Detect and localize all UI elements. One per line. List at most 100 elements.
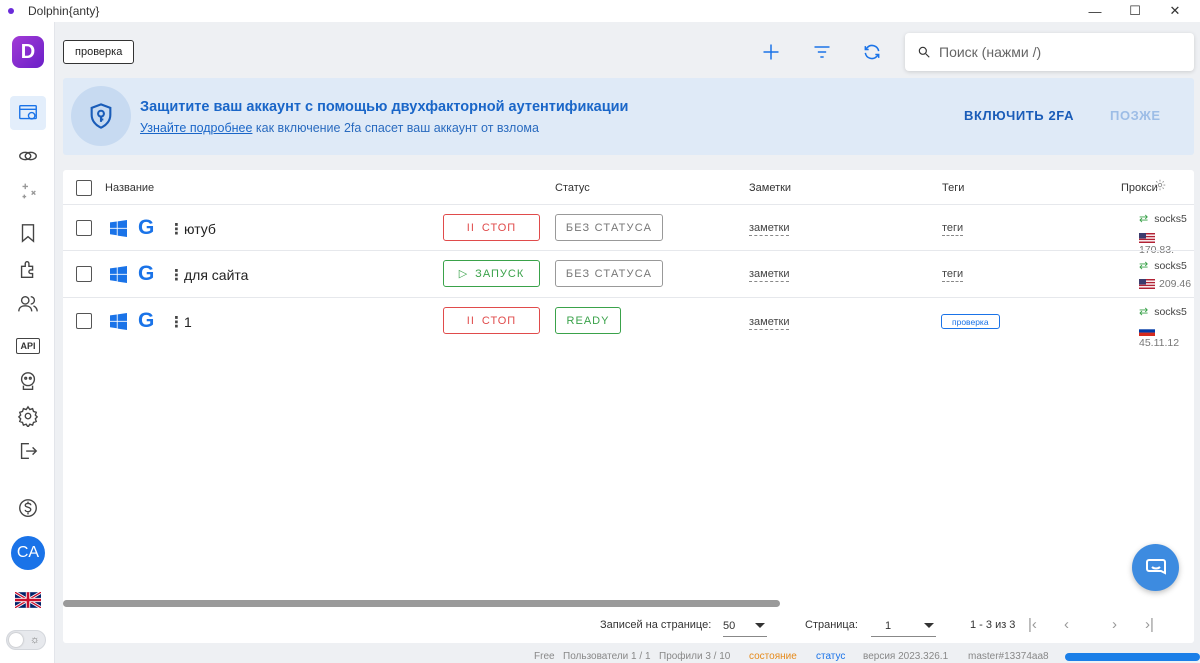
flag-us-icon <box>1139 233 1155 244</box>
theme-toggle[interactable]: ☼ <box>6 630 46 650</box>
later-button[interactable]: ПОЗЖЕ <box>1110 108 1161 123</box>
status-link[interactable]: статус <box>816 651 845 662</box>
row-divider <box>63 250 1194 251</box>
last-page-icon[interactable]: ›| <box>1145 616 1154 633</box>
windows-icon <box>110 220 127 237</box>
refresh-icon <box>864 44 880 60</box>
add-profile-button[interactable] <box>757 38 785 66</box>
notes-field[interactable]: заметки <box>749 316 790 330</box>
page-range: 1 - 3 из 3 <box>970 619 1016 631</box>
refresh-button[interactable] <box>858 38 886 66</box>
filter-icon <box>814 46 830 58</box>
row-menu-icon[interactable]: ⋮ <box>169 266 184 284</box>
column-header-notes[interactable]: Заметки <box>749 182 791 194</box>
stop-button[interactable]: II СТОП <box>443 214 540 241</box>
column-header-name[interactable]: Название <box>105 182 154 194</box>
close-button[interactable]: ✕ <box>1152 0 1198 22</box>
row-checkbox[interactable] <box>76 313 92 329</box>
tag-filter-chip[interactable]: проверка <box>63 40 135 64</box>
sidebar-item-settings[interactable] <box>14 402 42 430</box>
sidebar-item-robot[interactable] <box>14 367 42 395</box>
start-button[interactable]: ▷ ЗАПУСК <box>443 260 540 287</box>
tags-field[interactable]: теги <box>942 222 964 236</box>
app-logo[interactable]: D <box>12 36 44 68</box>
sidebar-item-billing[interactable] <box>14 494 42 522</box>
sidebar-item-bookmarks[interactable] <box>14 219 42 247</box>
page-label: Страница: <box>805 619 858 631</box>
state-link[interactable]: состояние <box>749 651 797 662</box>
sidebar-item-extensions[interactable] <box>14 255 42 283</box>
tag-chip[interactable]: проверка <box>941 314 1000 329</box>
row-checkbox[interactable] <box>76 220 92 236</box>
flag-us-icon <box>1139 279 1155 290</box>
proxy-type-text: socks5 <box>1154 306 1187 318</box>
row-checkbox[interactable] <box>76 266 92 282</box>
plan-label: Free <box>534 651 555 662</box>
tags-field[interactable]: теги <box>942 268 964 282</box>
prev-page-icon[interactable]: ‹ <box>1064 616 1069 633</box>
sidebar-item-users[interactable] <box>14 290 42 318</box>
users-icon <box>18 295 38 312</box>
stop-button-label: СТОП <box>481 221 517 234</box>
start-button-label: ЗАПУСК <box>475 267 525 280</box>
learn-more-link[interactable]: Узнайте подробнее <box>140 121 252 135</box>
link-icon <box>19 151 37 161</box>
proxy-type: ⇄ socks5 <box>1139 305 1187 318</box>
swap-arrows-icon: ⇄ <box>1139 260 1149 272</box>
proxy-type: ⇄ socks5 <box>1139 259 1187 272</box>
sidebar-item-proxies[interactable] <box>14 142 42 170</box>
gear-icon <box>17 405 39 427</box>
row-divider <box>63 297 1194 298</box>
profiles-table: Название Статус Заметки Теги Прокси G ⋮ … <box>63 170 1194 643</box>
filter-button[interactable] <box>808 38 836 66</box>
status-badge[interactable]: READY <box>555 307 621 334</box>
sidebar-item-logout[interactable] <box>14 437 42 465</box>
chat-icon <box>1145 558 1166 575</box>
sidebar-item-browser-profiles[interactable] <box>10 96 46 130</box>
profile-name[interactable]: ютуб <box>184 221 216 237</box>
proxy-type-text: socks5 <box>1154 260 1187 272</box>
select-all-checkbox[interactable] <box>76 180 92 196</box>
avatar[interactable]: CA <box>11 536 45 570</box>
header-divider <box>63 204 1194 205</box>
sidebar-item-automation[interactable] <box>14 177 42 205</box>
next-page-icon[interactable]: › <box>1112 616 1117 633</box>
language-flag-uk-icon[interactable] <box>15 592 41 608</box>
sidebar: D API CA ☼ <box>0 22 55 663</box>
status-badge[interactable]: БЕЗ СТАТУСА <box>555 214 663 241</box>
search-box[interactable] <box>905 33 1194 71</box>
google-icon: G <box>138 262 155 285</box>
version-label: версия 2023.326.1 <box>863 651 949 662</box>
page-value: 1 <box>885 619 892 632</box>
redaction-scribble <box>1065 653 1200 661</box>
notes-field[interactable]: заметки <box>749 222 790 236</box>
proxy-type: ⇄ socks5 <box>1139 212 1187 225</box>
per-page-select[interactable]: 50 <box>723 615 767 637</box>
column-header-status[interactable]: Статус <box>555 182 590 194</box>
users-count: Пользователи 1 / 1 <box>563 651 651 662</box>
robot-icon <box>20 372 36 390</box>
scrollbar-thumb[interactable] <box>63 600 780 607</box>
support-chat-button[interactable] <box>1132 544 1179 591</box>
notes-field[interactable]: заметки <box>749 268 790 282</box>
sidebar-item-api[interactable]: API <box>14 332 42 360</box>
column-header-tags[interactable]: Теги <box>942 182 964 194</box>
stop-button[interactable]: II СТОП <box>443 307 540 334</box>
profile-name[interactable]: для сайта <box>184 267 248 283</box>
profile-name[interactable]: 1 <box>184 314 192 330</box>
toggle-knob <box>9 633 23 647</box>
column-settings-icon[interactable] <box>1153 178 1167 192</box>
row-menu-icon[interactable]: ⋮ <box>169 313 184 331</box>
google-icon: G <box>138 309 155 332</box>
first-page-icon[interactable]: |‹ <box>1028 616 1037 633</box>
status-badge[interactable]: БЕЗ СТАТУСА <box>555 260 663 287</box>
enable-2fa-button[interactable]: ВКЛЮЧИТЬ 2FA <box>964 108 1074 123</box>
sparkle-icon <box>22 183 36 199</box>
search-input[interactable] <box>939 44 1179 60</box>
plus-icon <box>763 44 779 60</box>
google-icon: G <box>138 216 155 239</box>
page-select[interactable]: 1 <box>871 615 936 637</box>
proxy-ip-text: 45.11.12 <box>1139 337 1180 349</box>
chevron-down-icon <box>924 623 934 628</box>
row-menu-icon[interactable]: ⋮ <box>169 220 184 238</box>
